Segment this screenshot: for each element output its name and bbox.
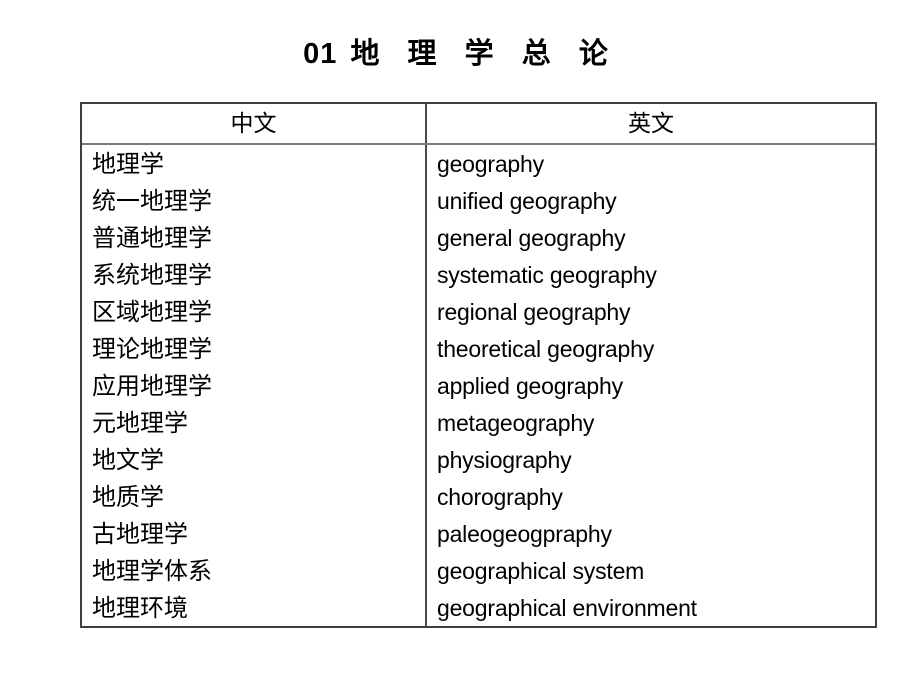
cell-chinese: 地理学: [82, 145, 427, 182]
title-number: 01: [303, 38, 338, 70]
cell-chinese: 统一地理学: [82, 182, 427, 219]
table-row: 地质学 chorography: [82, 478, 875, 515]
column-header-english: 英文: [628, 110, 674, 137]
cell-chinese: 元地理学: [82, 404, 427, 441]
cell-chinese: 地质学: [82, 478, 427, 515]
cell-chinese: 地理环境: [82, 589, 427, 626]
cell-english: geographical environment: [437, 594, 697, 621]
cell-chinese: 理论地理学: [82, 330, 427, 367]
table-row: 应用地理学 applied geography: [82, 367, 875, 404]
table-row: 统一地理学 unified geography: [82, 182, 875, 219]
table-row: 区域地理学 regional geography: [82, 293, 875, 330]
cell-english: chorography: [437, 483, 563, 510]
cell-chinese: 应用地理学: [82, 367, 427, 404]
cell-english: paleogeogpraphy: [437, 520, 612, 547]
table-row: 地理学 geography: [82, 145, 875, 182]
cell-chinese: 系统地理学: [82, 256, 427, 293]
title-text: 地 理 学 总 论: [350, 36, 617, 70]
cell-english: systematic geography: [437, 261, 657, 288]
table-row: 地理学体系 geographical system: [82, 552, 875, 589]
title-block: 01 地 理 学 总 论: [0, 36, 920, 71]
table-row: 理论地理学 theoretical geography: [82, 330, 875, 367]
cell-english: physiography: [437, 446, 572, 473]
cell-chinese: 古地理学: [82, 515, 427, 552]
vocabulary-table: 中文 英文 地理学 geography 统一地理学 unified geography…: [80, 102, 877, 628]
table-row: 地文学 physiography: [82, 441, 875, 478]
cell-chinese: 地文学: [82, 441, 427, 478]
page-title: 01 地 理 学 总 论: [303, 36, 617, 71]
cell-english: regional geography: [437, 298, 631, 325]
cell-english: unified geography: [437, 187, 617, 214]
column-header-chinese: 中文: [82, 104, 427, 143]
table-body: 地理学 geography 统一地理学 unified geography 普通地理学 g…: [82, 145, 875, 626]
cell-english: applied geography: [437, 372, 623, 399]
cell-chinese: 区域地理学: [82, 293, 427, 330]
cell-english: geographical system: [437, 557, 645, 584]
cell-english: general geography: [437, 224, 626, 251]
table-header-row: 中文 英文: [82, 104, 875, 145]
table-row: 普通地理学 general geography: [82, 219, 875, 256]
cell-chinese: 地理学体系: [82, 552, 427, 589]
cell-english: geography: [437, 150, 544, 177]
table-row: 系统地理学 systematic geography: [82, 256, 875, 293]
table-row: 元地理学 metageography: [82, 404, 875, 441]
table-row: 地理环境 geographical environment: [82, 589, 875, 626]
cell-english: metageography: [437, 409, 595, 436]
cell-english: theoretical geography: [437, 335, 655, 362]
table-row: 古地理学 paleogeogpraphy: [82, 515, 875, 552]
slide-canvas: 01 地 理 学 总 论 中文 英文 地理学 geography 统一地理学 unifi…: [0, 0, 920, 690]
cell-chinese: 普通地理学: [82, 219, 427, 256]
